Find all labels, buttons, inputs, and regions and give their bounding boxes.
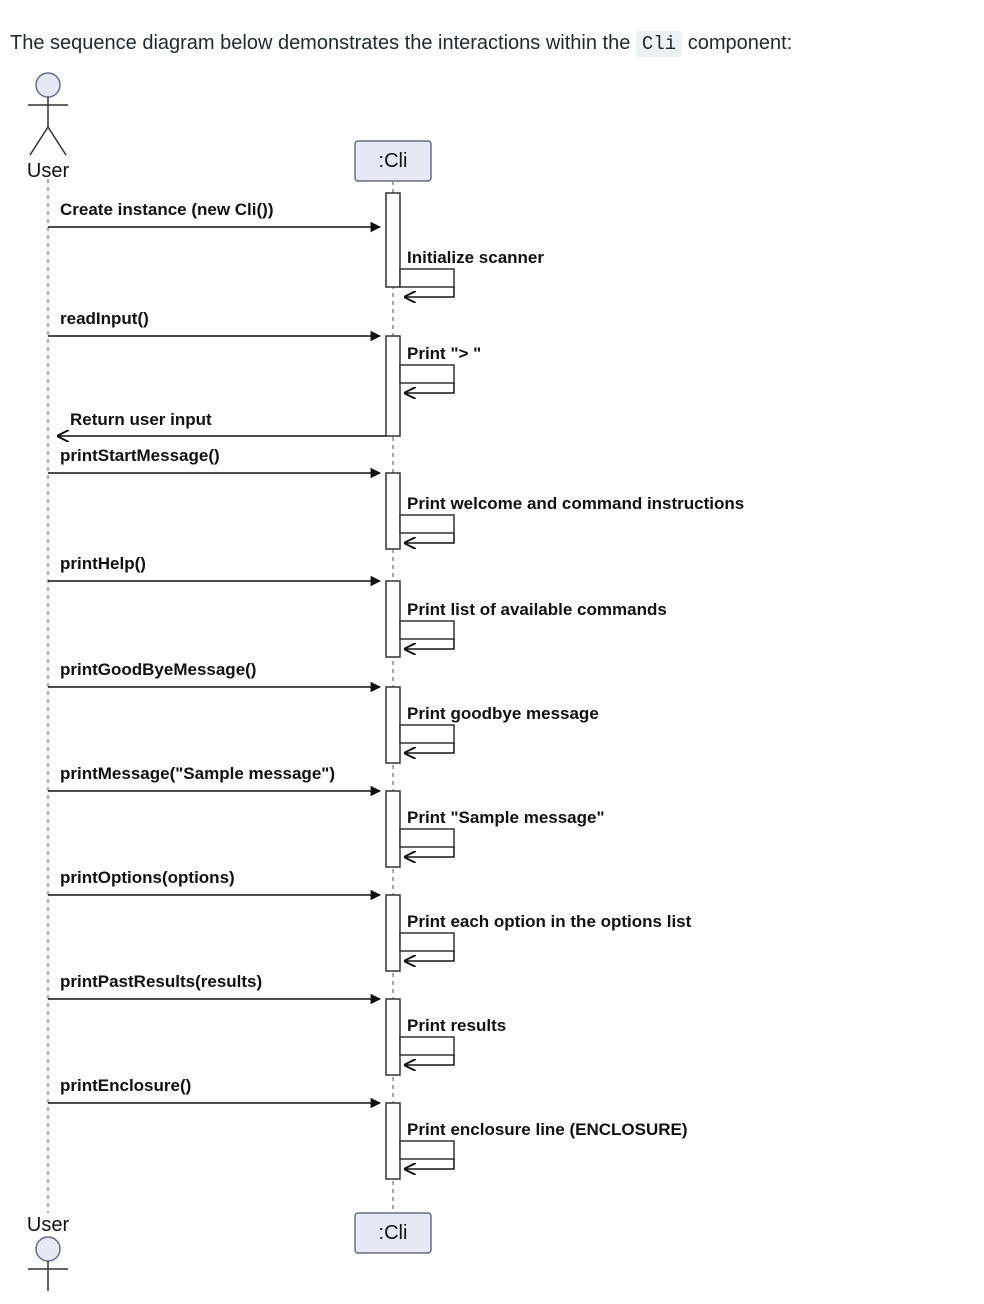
msg-label: printPastResults(results) bbox=[60, 972, 262, 991]
intro-prefix: The sequence diagram below demonstrates … bbox=[10, 32, 636, 54]
msg-label: Print each option in the options list bbox=[407, 912, 692, 931]
self-return bbox=[405, 639, 454, 649]
actor-icon-top bbox=[28, 73, 68, 155]
actor-icon-bottom bbox=[28, 1237, 68, 1291]
self-return bbox=[405, 743, 454, 753]
intro-code: Cli bbox=[636, 31, 682, 57]
activation-bar bbox=[386, 336, 400, 436]
activation-bar bbox=[386, 473, 400, 549]
self-return bbox=[405, 287, 454, 297]
msg-label: Print goodbye message bbox=[407, 704, 599, 723]
msg-label: printOptions(options) bbox=[60, 868, 235, 887]
self-activation bbox=[400, 725, 454, 743]
activation-bar bbox=[386, 687, 400, 763]
msg-label: printGoodByeMessage() bbox=[60, 660, 256, 679]
msg-label: readInput() bbox=[60, 309, 149, 328]
intro-text: The sequence diagram below demonstrates … bbox=[10, 28, 974, 59]
participant-label-top: :Cli bbox=[379, 150, 408, 172]
self-activation bbox=[400, 933, 454, 951]
self-return bbox=[405, 383, 454, 393]
self-activation bbox=[400, 269, 454, 287]
msg-label: printEnclosure() bbox=[60, 1076, 191, 1095]
self-return bbox=[405, 1055, 454, 1065]
msg-label: Print list of available commands bbox=[407, 600, 667, 619]
participant-label-bottom: :Cli bbox=[379, 1222, 408, 1244]
activation-bar bbox=[386, 999, 400, 1075]
msg-label: Print "> " bbox=[407, 344, 481, 363]
self-return bbox=[405, 847, 454, 857]
self-return bbox=[405, 951, 454, 961]
activation-bar bbox=[386, 581, 400, 657]
activation-bar bbox=[386, 193, 400, 287]
self-return bbox=[405, 533, 454, 543]
msg-label: printMessage("Sample message") bbox=[60, 764, 335, 783]
actor-label-top: User bbox=[27, 160, 70, 182]
msg-label: Return user input bbox=[70, 410, 212, 429]
self-activation bbox=[400, 515, 454, 533]
msg-label: Print results bbox=[407, 1016, 506, 1035]
sequence-diagram: User :Cli Create instance (new Cli()) In… bbox=[10, 67, 974, 1297]
msg-label: Print enclosure line (ENCLOSURE) bbox=[407, 1120, 688, 1139]
msg-label: Initialize scanner bbox=[407, 248, 544, 267]
msg-label: Print "Sample message" bbox=[407, 808, 605, 827]
self-activation bbox=[400, 829, 454, 847]
self-activation bbox=[400, 1141, 454, 1159]
activation-bar bbox=[386, 791, 400, 867]
msg-label: Create instance (new Cli()) bbox=[60, 200, 274, 219]
activation-bar bbox=[386, 1103, 400, 1179]
msg-label: printHelp() bbox=[60, 554, 146, 573]
intro-suffix: component: bbox=[682, 32, 792, 54]
self-activation bbox=[400, 365, 454, 383]
self-activation bbox=[400, 621, 454, 639]
activation-bar bbox=[386, 895, 400, 971]
msg-label: Print welcome and command instructions bbox=[407, 494, 744, 513]
self-return bbox=[405, 1159, 454, 1169]
self-activation bbox=[400, 1037, 454, 1055]
actor-label-bottom: User bbox=[27, 1214, 70, 1236]
msg-label: printStartMessage() bbox=[60, 446, 220, 465]
